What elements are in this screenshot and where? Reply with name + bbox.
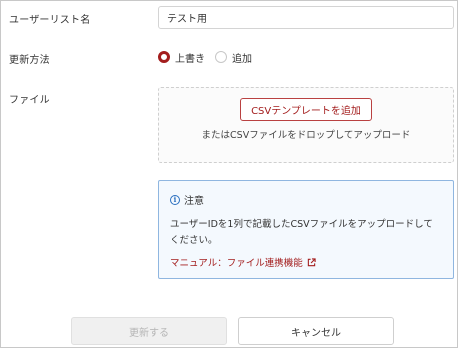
radio-overwrite[interactable]: 上書き	[158, 50, 205, 65]
radio-append-label: 追加	[232, 53, 252, 65]
update-method-radio-group: 上書き 追加	[158, 50, 262, 65]
manual-link[interactable]: マニュアル：ファイル連携機能	[170, 255, 316, 269]
csv-dropzone[interactable]: CSVテンプレートを追加 またはCSVファイルをドロップしてアップロード	[158, 87, 454, 163]
info-icon: i	[170, 194, 180, 205]
update-button[interactable]: 更新する	[71, 317, 227, 345]
radio-overwrite-dot[interactable]	[158, 51, 170, 63]
radio-append[interactable]: 追加	[215, 50, 252, 65]
external-link-icon	[307, 257, 316, 266]
file-label: ファイル	[9, 95, 50, 106]
notice-box: i 注意 ユーザーIDを1列で記載したCSVファイルをアップロードしてください。…	[158, 180, 454, 279]
upload-user-list-form: ユーザーリスト名 更新方法 上書き 追加 ファイル CSVテンプレートを追加 ま…	[0, 0, 458, 348]
manual-link-label: マニュアル：ファイル連携機能	[170, 258, 303, 269]
cancel-button[interactable]: キャンセル	[238, 317, 394, 345]
list-name-input[interactable]	[158, 6, 454, 29]
drop-hint-text: またはCSVファイルをドロップしてアップロード	[201, 130, 411, 141]
notice-header: i 注意	[170, 192, 442, 207]
update-method-label: 更新方法	[9, 55, 50, 66]
notice-title: 注意	[184, 196, 204, 207]
notice-body: ユーザーIDを1列で記載したCSVファイルをアップロードしてください。	[170, 219, 433, 246]
list-name-label: ユーザーリスト名	[9, 15, 91, 26]
radio-append-dot[interactable]	[215, 51, 227, 63]
radio-overwrite-label: 上書き	[175, 53, 205, 65]
add-csv-template-button[interactable]: CSVテンプレートを追加	[240, 98, 372, 121]
